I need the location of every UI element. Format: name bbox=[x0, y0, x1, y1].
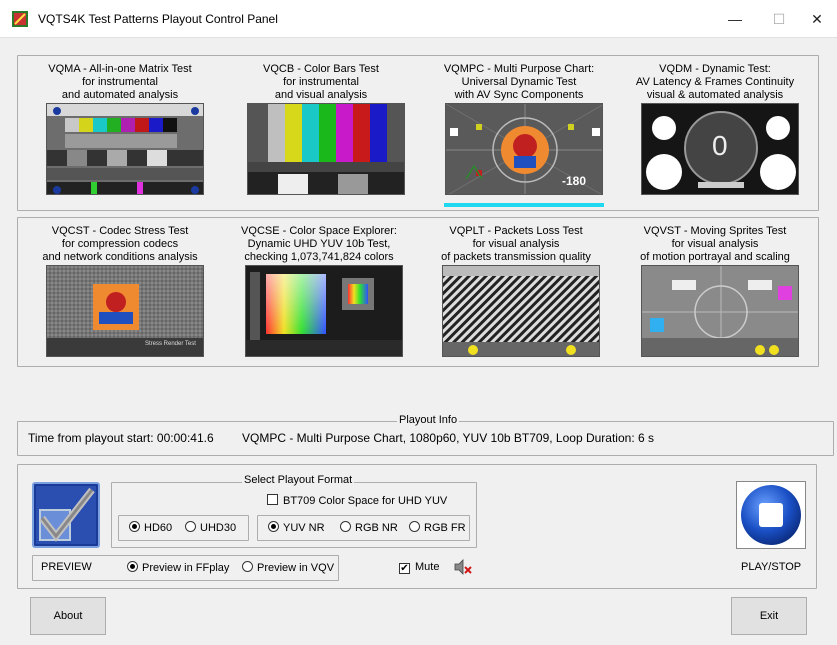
radio-yuv-nr[interactable]: YUV NR bbox=[268, 521, 325, 534]
playout-info-legend: Playout Info bbox=[397, 414, 460, 426]
radio-rgb-nr[interactable]: RGB NR bbox=[340, 521, 398, 534]
dm-counter-label: 0 bbox=[712, 130, 728, 161]
title-bar: VQTS4K Test Patterns Playout Control Pan… bbox=[0, 0, 837, 38]
selected-pattern-indicator bbox=[444, 203, 604, 207]
radio-uhd30-dot[interactable] bbox=[185, 521, 196, 532]
mute-checkbox[interactable]: ✔ Mute bbox=[399, 561, 439, 574]
pattern-card-vqcse[interactable]: VQCSE - Color Space Explorer: Dynamic UH… bbox=[229, 225, 409, 357]
pattern-thumbnail-vqdm[interactable]: 0 bbox=[641, 103, 799, 195]
pattern-caption: VQCSE - Color Space Explorer: Dynamic UH… bbox=[241, 225, 397, 263]
radio-hd60-dot[interactable] bbox=[129, 521, 140, 532]
radio-rgb-fr-label: RGB FR bbox=[424, 522, 466, 534]
cst-overlay-label: Stress Render Test bbox=[145, 341, 196, 347]
radio-rgb-fr-dot[interactable] bbox=[409, 521, 420, 532]
radio-preview-ffplay-label: Preview in FFplay bbox=[142, 562, 230, 574]
play-stop-button[interactable] bbox=[736, 481, 806, 549]
pattern-thumbnail-vqplt[interactable] bbox=[442, 265, 600, 357]
pattern-card-vqvst[interactable]: VQVST - Moving Sprites Test for visual a… bbox=[625, 225, 805, 357]
bt709-checkbox-box[interactable] bbox=[267, 494, 278, 505]
radio-hd60-label: HD60 bbox=[144, 522, 173, 534]
pattern-thumbnail-vqmpc[interactable]: -180 bbox=[445, 103, 603, 195]
playout-details-label: VQMPC - Multi Purpose Chart, 1080p60, YU… bbox=[242, 431, 654, 445]
pattern-thumbnail-vqma[interactable] bbox=[46, 103, 204, 195]
preview-label: PREVIEW bbox=[41, 561, 92, 573]
maximize-button[interactable]: ☐ bbox=[764, 8, 794, 30]
radio-uhd30-label: UHD30 bbox=[200, 522, 237, 534]
app-icon bbox=[12, 11, 28, 27]
radio-preview-vqv-dot[interactable] bbox=[242, 561, 253, 572]
bt709-checkbox[interactable]: BT709 Color Space for UHD YUV bbox=[267, 494, 447, 507]
radio-preview-ffplay[interactable]: Preview in FFplay bbox=[127, 561, 229, 574]
pattern-caption: VQVST - Moving Sprites Test for visual a… bbox=[640, 225, 790, 263]
pattern-thumbnail-vqcse[interactable] bbox=[245, 265, 403, 357]
pattern-card-vqcst[interactable]: VQCST - Codec Stress Test for compressio… bbox=[30, 225, 210, 357]
pattern-thumbnail-vqcb[interactable] bbox=[247, 103, 405, 195]
radio-rgb-nr-dot[interactable] bbox=[340, 521, 351, 532]
pattern-caption: VQDM - Dynamic Test: AV Latency & Frames… bbox=[635, 63, 795, 101]
window-title: VQTS4K Test Patterns Playout Control Pan… bbox=[38, 12, 278, 26]
minimize-button[interactable]: — bbox=[720, 8, 750, 30]
radio-preview-ffplay-dot[interactable] bbox=[127, 561, 138, 572]
radio-preview-vqv-label: Preview in VQV bbox=[257, 562, 335, 574]
pattern-card-vqdm[interactable]: VQDM - Dynamic Test: AV Latency & Frames… bbox=[625, 63, 805, 195]
vqts-logo-icon bbox=[36, 486, 96, 544]
radio-yuv-nr-dot[interactable] bbox=[268, 521, 279, 532]
radio-uhd30[interactable]: UHD30 bbox=[185, 521, 236, 534]
pattern-caption: VQCST - Codec Stress Test for compressio… bbox=[42, 225, 198, 263]
about-button[interactable]: About bbox=[30, 597, 106, 635]
bt709-label: BT709 Color Space for UHD YUV bbox=[283, 495, 448, 507]
mute-checkbox-box[interactable]: ✔ bbox=[399, 563, 410, 574]
radio-preview-vqv[interactable]: Preview in VQV bbox=[242, 561, 334, 574]
radio-rgb-nr-label: RGB NR bbox=[355, 522, 398, 534]
mpc-counter-label: -180 bbox=[562, 174, 587, 188]
playout-time-label: Time from playout start: 00:00:41.6 bbox=[28, 431, 214, 445]
radio-hd60[interactable]: HD60 bbox=[129, 521, 172, 534]
pattern-card-vqcb[interactable]: VQCB - Color Bars Test for instrumental … bbox=[231, 63, 411, 195]
pattern-caption: VQMA - All-in-one Matrix Test for instru… bbox=[48, 63, 192, 101]
pattern-thumbnail-vqcst[interactable]: Stress Render Test bbox=[46, 265, 204, 357]
stop-icon bbox=[741, 485, 801, 545]
pattern-card-vqma[interactable]: VQMA - All-in-one Matrix Test for instru… bbox=[30, 63, 210, 195]
vqts-logo-button[interactable] bbox=[32, 482, 100, 548]
format-legend: Select Playout Format bbox=[242, 474, 355, 486]
pattern-card-vqmpc[interactable]: VQMPC - Multi Purpose Chart: Universal D… bbox=[429, 63, 609, 195]
speaker-muted-icon[interactable] bbox=[454, 559, 472, 575]
exit-button[interactable]: Exit bbox=[731, 597, 807, 635]
pattern-caption: VQCB - Color Bars Test for instrumental … bbox=[263, 63, 379, 101]
pattern-thumbnail-vqvst[interactable] bbox=[641, 265, 799, 357]
pattern-caption: VQPLT - Packets Loss Test for visual ana… bbox=[441, 225, 591, 263]
radio-rgb-fr[interactable]: RGB FR bbox=[409, 521, 466, 534]
radio-yuv-nr-label: YUV NR bbox=[283, 522, 325, 534]
mute-label: Mute bbox=[415, 561, 440, 573]
play-stop-label: PLAY/STOP bbox=[741, 561, 802, 573]
pattern-caption: VQMPC - Multi Purpose Chart: Universal D… bbox=[443, 63, 595, 101]
pattern-card-vqplt[interactable]: VQPLT - Packets Loss Test for visual ana… bbox=[426, 225, 606, 357]
close-button[interactable]: ✕ bbox=[802, 8, 832, 30]
